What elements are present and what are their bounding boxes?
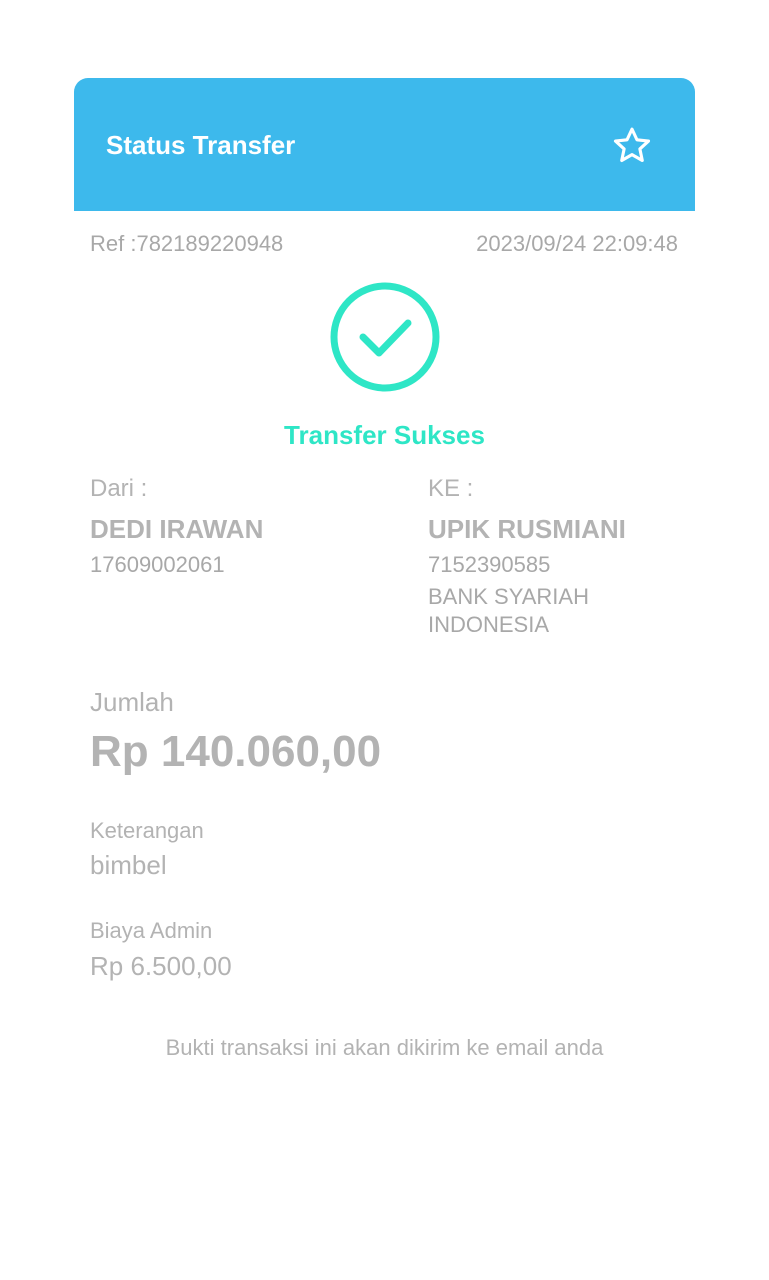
transfer-status-page: Status Transfer Ref :782189220948 2023/0… (0, 0, 769, 1280)
recipient-name: UPIK RUSMIANI (428, 514, 626, 544)
email-receipt-note: Bukti transaksi ini akan dikirim ke emai… (165, 1035, 604, 1060)
recipient-section: KE : UPIK RUSMIANI 7152390585 BANK SYARI… (428, 474, 668, 639)
header-bar: Status Transfer (74, 78, 695, 211)
transaction-datetime: 2023/09/24 22:09:48 (476, 231, 678, 256)
recipient-account: 7152390585 (428, 552, 551, 577)
sender-label: Dari : (90, 475, 148, 502)
amount-value: Rp 140.060,00 (90, 727, 382, 776)
page-title: Status Transfer (106, 130, 296, 160)
star-outline-icon (613, 127, 651, 163)
transfer-status: Transfer Sukses (284, 420, 485, 450)
sender-section: Dari : DEDI IRAWAN 17609002061 (90, 474, 390, 579)
reference-number: Ref :782189220948 (90, 231, 284, 256)
note-label: Keterangan (90, 818, 204, 843)
sender-account: 17609002061 (90, 552, 225, 577)
note-value: bimbel (90, 850, 167, 880)
admin-fee-label: Biaya Admin (90, 918, 213, 943)
favorite-button[interactable] (610, 124, 654, 168)
amount-label: Jumlah (90, 687, 174, 717)
check-circle-icon (330, 282, 440, 392)
recipient-label: KE : (428, 475, 474, 502)
sender-name: DEDI IRAWAN (90, 514, 264, 544)
admin-fee-value: Rp 6.500,00 (90, 951, 232, 981)
recipient-bank: BANK SYARIAH INDONESIA (428, 584, 589, 637)
